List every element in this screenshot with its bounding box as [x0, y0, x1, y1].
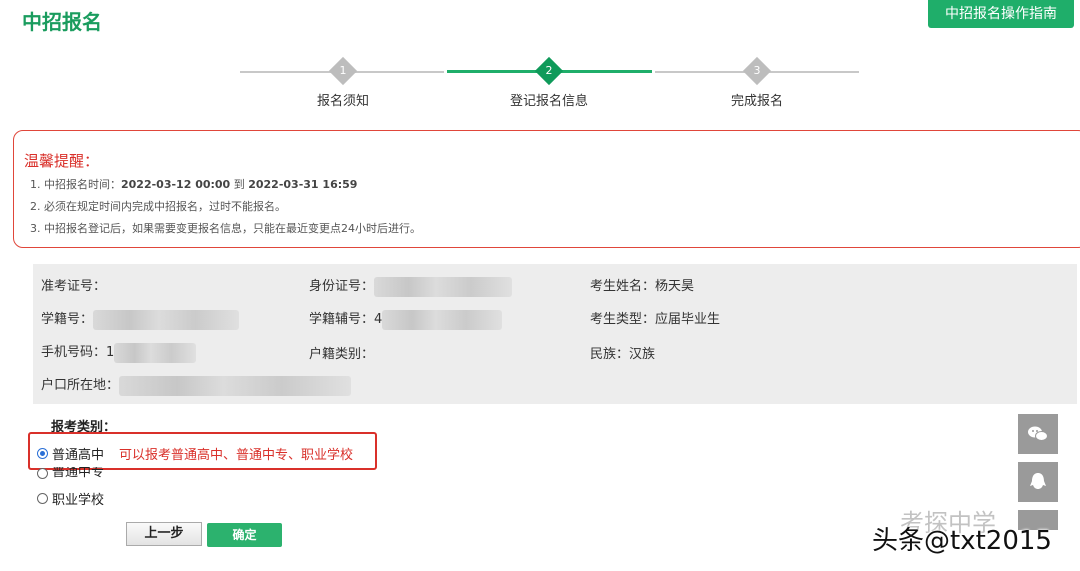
notice-line-1: 1. 中招报名时间：2022-03-12 00:00 到 2022-03-31 … [30, 176, 357, 192]
wechat-icon [1028, 426, 1048, 441]
confirm-button[interactable]: 确定 [207, 523, 282, 547]
notice-line-3: 3. 中招报名登记后，如果需要变更报名信息，只能在最近变更点24小时后进行。 [30, 222, 421, 235]
address-field: 户口所在地： [41, 374, 352, 396]
step-num-3: 3 [753, 64, 761, 77]
step-num-2: 2 [545, 64, 553, 77]
ethnicity-value: 汉族 [629, 347, 656, 362]
student-no-field: 学籍号： [41, 308, 240, 330]
name-label: 考生姓名： [590, 279, 656, 294]
notice-title: 温馨提醒： [24, 152, 100, 170]
radio-icon[interactable] [37, 468, 48, 479]
student-aux-redacted [382, 309, 503, 330]
radio-checked-icon[interactable] [37, 448, 48, 459]
id-value-redacted [374, 276, 513, 297]
watermark: 头条@txt2015 [872, 526, 1052, 556]
step-line-active [560, 70, 652, 73]
step-num-1: 1 [339, 64, 347, 77]
ethnicity-label: 民族： [590, 347, 630, 362]
notice-line-1-prefix: 1. 中招报名时间： [30, 178, 121, 191]
student-no-redacted [93, 309, 240, 330]
notice-line-1-mid: 到 [230, 178, 249, 191]
exam-no-field: 准考证号： [41, 275, 106, 294]
id-label: 身份证号： [309, 279, 375, 294]
notice-line-2: 2. 必须在规定时间内完成中招报名，过时不能报名。 [30, 200, 286, 213]
phone-field: 手机号码：1 [41, 341, 197, 363]
step-label-2: 登记报名信息 [509, 94, 588, 109]
address-redacted [119, 375, 352, 396]
phone-label: 手机号码：1 [41, 345, 115, 360]
guide-button[interactable]: 中招报名操作指南 [928, 0, 1074, 28]
student-aux-field: 学籍辅号：4 [309, 308, 503, 330]
prev-button[interactable]: 上一步 [126, 522, 202, 546]
step-label-1: 报名须知 [316, 94, 369, 109]
step-line [655, 71, 747, 73]
notice-start-time: 2022-03-12 00:00 [121, 178, 231, 191]
name-field: 考生姓名：杨天昊 [590, 275, 694, 294]
step-line [240, 71, 340, 73]
type-value: 应届毕业生 [655, 312, 721, 327]
step-line [352, 71, 444, 73]
notice-end-time: 2022-03-31 16:59 [248, 178, 358, 191]
student-no-label: 学籍号： [41, 312, 94, 327]
exam-no-label: 准考证号： [41, 279, 107, 294]
step-line [767, 71, 859, 73]
wechat-button[interactable] [1018, 414, 1058, 454]
ethnicity-field: 民族：汉族 [590, 343, 655, 362]
category-hint: 可以报考普通高中、普通中专、职业学校 [119, 448, 354, 463]
type-field: 考生类型：应届毕业生 [590, 308, 720, 327]
radio-option-1-label: 普通高中 [52, 448, 105, 463]
radio-option-3[interactable]: 职业学校 [37, 489, 104, 508]
radio-option-2-label: 普通中专 [52, 467, 105, 480]
phone-redacted [114, 342, 197, 363]
student-aux-label: 学籍辅号：4 [309, 312, 383, 327]
radio-icon[interactable] [37, 493, 48, 504]
qq-icon [1030, 473, 1046, 489]
qq-button[interactable] [1018, 462, 1058, 502]
radio-option-3-label: 职业学校 [52, 493, 105, 508]
step-line-active [447, 70, 538, 73]
type-label: 考生类型： [590, 312, 656, 327]
radio-option-2[interactable]: 普通中专 [37, 467, 104, 480]
household-field: 户籍类别： [309, 343, 374, 362]
radio-option-1[interactable]: 普通高中 [37, 444, 104, 463]
household-label: 户籍类别： [309, 347, 375, 362]
page-title: 中招报名 [22, 10, 102, 34]
name-value: 杨天昊 [655, 279, 695, 294]
id-field: 身份证号： [309, 275, 513, 297]
address-label: 户口所在地： [41, 378, 120, 393]
step-label-3: 完成报名 [730, 94, 783, 109]
